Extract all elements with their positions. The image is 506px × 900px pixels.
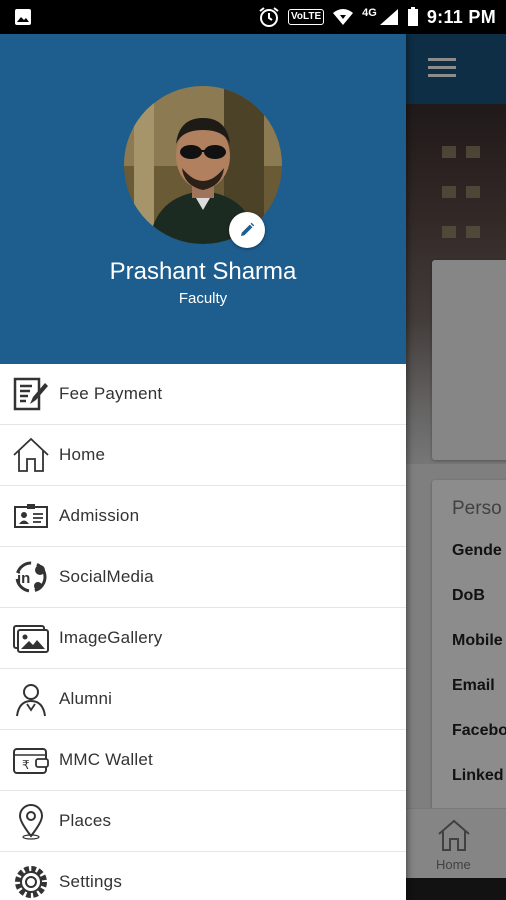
svg-text:₹: ₹ <box>22 758 30 772</box>
drawer-header: Prashant Sharma Faculty <box>0 34 406 364</box>
home-icon <box>13 437 49 472</box>
menu-item-mmc-wallet[interactable]: ₹ MMC Wallet <box>0 730 406 791</box>
menu-item-label: Alumni <box>59 689 113 708</box>
menu-item-label: ImageGallery <box>59 628 163 647</box>
edit-profile-button[interactable] <box>229 212 265 248</box>
network-type-label: 4G <box>362 7 377 19</box>
menu-item-label: SocialMedia <box>59 567 154 586</box>
alumni-icon <box>16 684 46 717</box>
gear-icon <box>15 866 47 898</box>
location-pin-icon <box>18 804 44 840</box>
wifi-icon <box>333 9 354 25</box>
menu-item-social-media[interactable]: in SocialMedia <box>0 547 406 608</box>
status-time: 9:11 PM <box>426 6 496 27</box>
menu-item-home[interactable]: Home <box>0 425 406 486</box>
volte-badge: VoLTE <box>287 9 325 25</box>
menu-item-fee-payment[interactable]: Fee Payment <box>0 364 406 425</box>
menu-item-label: Places <box>59 811 112 830</box>
signal-icon <box>379 9 398 25</box>
pencil-icon <box>241 222 255 236</box>
menu-item-alumni[interactable]: Alumni <box>0 669 406 730</box>
social-media-icon: in <box>15 561 47 593</box>
menu-item-image-gallery[interactable]: ImageGallery <box>0 608 406 669</box>
profile-role: Faculty <box>178 290 228 307</box>
navigation-drawer: Prashant Sharma Faculty Fee Payment Home <box>0 34 406 900</box>
profile-name: Prashant Sharma <box>109 258 297 285</box>
menu-item-admission[interactable]: Admission <box>0 486 406 547</box>
svg-text:in: in <box>17 570 30 587</box>
menu-item-label: Home <box>59 445 106 464</box>
id-card-icon <box>14 504 48 528</box>
fee-payment-icon <box>13 377 48 411</box>
image-gallery-icon <box>13 625 49 653</box>
status-bar: VoLTE 4G 9:11 PM <box>0 0 506 34</box>
wallet-icon: ₹ <box>13 748 49 774</box>
drawer-menu: Fee Payment Home Admission in SocialMedi… <box>0 364 406 900</box>
menu-item-label: Admission <box>59 506 140 525</box>
menu-item-settings[interactable]: Settings <box>0 852 406 900</box>
image-notification-icon <box>15 9 31 25</box>
battery-icon <box>407 7 418 26</box>
menu-item-places[interactable]: Places <box>0 791 406 852</box>
menu-item-label: MMC Wallet <box>59 750 153 769</box>
drawer-scrim[interactable] <box>406 34 506 900</box>
menu-item-label: Settings <box>59 872 123 891</box>
menu-item-label: Fee Payment <box>59 384 163 403</box>
alarm-icon <box>259 7 279 27</box>
